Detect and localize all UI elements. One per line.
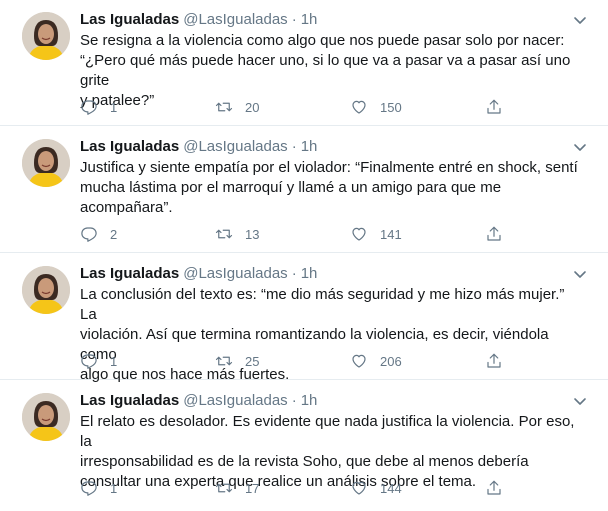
chevron-down-icon[interactable] [572, 393, 588, 409]
reply-count: 1 [110, 99, 118, 115]
retweet-count: 17 [245, 480, 260, 496]
heart-icon [352, 100, 366, 114]
separator-dot: · [291, 138, 297, 155]
retweet-icon [215, 102, 233, 112]
reply-count: 2 [110, 226, 118, 242]
separator-dot: · [291, 265, 297, 282]
retweet-button[interactable]: 25 [215, 350, 259, 372]
reply-icon [81, 481, 97, 496]
like-count: 150 [380, 99, 402, 115]
retweet-icon [215, 229, 233, 239]
separator-dot: · [291, 392, 297, 409]
author-name[interactable]: Las Igualadas [80, 392, 179, 409]
author-handle[interactable]: @LasIgualadas [183, 138, 287, 155]
retweet-button[interactable]: 13 [215, 223, 259, 245]
reply-button[interactable]: 2 [80, 223, 117, 245]
tweet-header: Las Igualadas @LasIgualadas · 1h [80, 137, 317, 157]
avatar[interactable] [22, 12, 70, 60]
tweet-text: Justifica y siente empatía por el violad… [80, 159, 578, 216]
tweet[interactable]: Las Igualadas @LasIgualadas · 1h Se resigna… [0, 0, 608, 126]
reply-count: 1 [110, 353, 118, 369]
tweet[interactable]: Las Igualadas @LasIgualadas · 1h El relato … [0, 381, 608, 511]
share-icon [487, 480, 501, 495]
tweet-actions: 1 20 150 [80, 96, 510, 118]
retweet-icon [215, 483, 233, 493]
reply-count: 1 [110, 480, 118, 496]
retweet-button[interactable]: 20 [215, 96, 259, 118]
author-name[interactable]: Las Igualadas [80, 265, 179, 282]
tweet-header: Las Igualadas @LasIgualadas · 1h [80, 10, 317, 30]
like-button[interactable]: 150 [350, 96, 402, 118]
author-name[interactable]: Las Igualadas [80, 138, 179, 155]
tweet-header: Las Igualadas @LasIgualadas · 1h [80, 391, 317, 411]
like-count: 206 [380, 353, 402, 369]
author-handle[interactable]: @LasIgualadas [183, 265, 287, 282]
author-handle[interactable]: @LasIgualadas [183, 392, 287, 409]
share-icon [487, 226, 501, 241]
timestamp[interactable]: 1h [301, 138, 318, 155]
reply-button[interactable]: 1 [80, 477, 117, 499]
chevron-down-icon[interactable] [572, 139, 588, 155]
avatar[interactable] [22, 393, 70, 441]
tweet-header: Las Igualadas @LasIgualadas · 1h [80, 264, 317, 284]
retweet-count: 25 [245, 353, 260, 369]
timestamp[interactable]: 1h [301, 11, 318, 28]
tweet-actions: 1 25 206 [80, 350, 510, 372]
retweet-count: 20 [245, 99, 260, 115]
reply-icon [81, 354, 97, 369]
like-button[interactable]: 141 [350, 223, 402, 245]
timestamp[interactable]: 1h [301, 392, 318, 409]
retweet-button[interactable]: 17 [215, 477, 259, 499]
avatar[interactable] [22, 266, 70, 314]
like-button[interactable]: 144 [350, 477, 402, 499]
reply-button[interactable]: 1 [80, 96, 117, 118]
tweet[interactable]: Las Igualadas @LasIgualadas · 1h La conclus… [0, 254, 608, 383]
like-count: 144 [380, 480, 402, 496]
avatar[interactable] [22, 139, 70, 187]
like-button[interactable]: 206 [350, 350, 402, 372]
author-handle[interactable]: @LasIgualadas [183, 11, 287, 28]
share-icon [487, 99, 501, 114]
chevron-down-icon[interactable] [572, 266, 588, 282]
timestamp[interactable]: 1h [301, 265, 318, 282]
share-button[interactable] [485, 477, 503, 499]
tweet-actions: 1 17 144 [80, 477, 510, 499]
like-count: 141 [380, 226, 402, 242]
heart-icon [352, 354, 366, 368]
separator-dot: · [291, 11, 297, 28]
share-button[interactable] [485, 350, 503, 372]
reply-icon [81, 227, 97, 242]
share-icon [487, 353, 501, 368]
author-name[interactable]: Las Igualadas [80, 11, 179, 28]
share-button[interactable] [485, 96, 503, 118]
retweet-icon [215, 356, 233, 366]
tweet-thread: Las Igualadas @LasIgualadas · 1h Se resigna… [0, 0, 608, 511]
chevron-down-icon[interactable] [572, 12, 588, 28]
reply-icon [81, 100, 97, 115]
tweet-actions: 2 13 141 [80, 223, 510, 245]
heart-icon [352, 481, 366, 495]
retweet-count: 13 [245, 226, 260, 242]
heart-icon [352, 227, 366, 241]
tweet[interactable]: Las Igualadas @LasIgualadas · 1h Justifica … [0, 127, 608, 253]
reply-button[interactable]: 1 [80, 350, 117, 372]
share-button[interactable] [485, 223, 503, 245]
